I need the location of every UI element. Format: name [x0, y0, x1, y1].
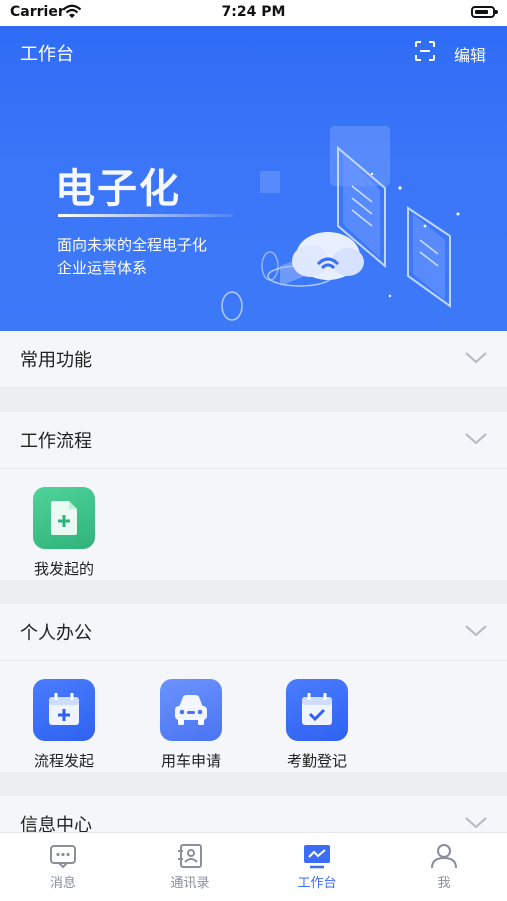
document-plus-icon — [33, 487, 95, 549]
car-icon — [160, 679, 222, 741]
section-divider — [0, 772, 507, 796]
page-title: 工作台 — [20, 44, 74, 65]
battery-icon — [471, 6, 498, 18]
tab-me[interactable]: 我 — [381, 833, 507, 901]
user-icon — [431, 844, 457, 869]
clock: 7:24 PM — [221, 4, 286, 20]
chevron-down-icon[interactable] — [464, 624, 488, 638]
tab-workbench[interactable]: 工作台 — [254, 833, 380, 901]
tab-label: 通讯录 — [170, 876, 210, 891]
tile-my-initiated[interactable]: 我发起的 — [14, 487, 114, 579]
edit-button[interactable]: 编辑 — [454, 42, 486, 66]
workbench-icon — [304, 845, 330, 869]
section-common-title: 常用功能 — [20, 350, 92, 371]
tile-car-request[interactable]: 用车申请 — [141, 679, 241, 771]
personal-panel: 流程发起 用车申请 考勤登记 — [0, 661, 507, 772]
chevron-down-icon[interactable] — [464, 432, 488, 446]
section-workflow[interactable]: 工作流程 — [0, 412, 507, 469]
banner-divider — [58, 214, 233, 217]
chevron-down-icon[interactable] — [464, 351, 488, 365]
calendar-plus-icon — [33, 679, 95, 741]
tile-label: 我发起的 — [33, 560, 94, 578]
scan-icon[interactable] — [415, 41, 435, 61]
calendar-check-icon — [286, 679, 348, 741]
tile-label: 考勤登记 — [286, 752, 347, 770]
tab-label: 消息 — [49, 876, 76, 891]
section-divider — [0, 388, 507, 412]
banner-subtitle-line1: 面向未来的全程电子化 — [57, 236, 208, 254]
banner-title: 电子化 — [55, 166, 181, 212]
section-workflow-title: 工作流程 — [20, 431, 92, 452]
message-icon — [50, 845, 76, 869]
section-personal-title: 个人办公 — [20, 623, 92, 644]
status-bar: Carrier 7:24 PM — [0, 0, 507, 26]
tab-label: 我 — [437, 876, 451, 891]
tile-label: 用车申请 — [160, 752, 221, 770]
tile-attendance[interactable]: 考勤登记 — [267, 679, 367, 771]
tab-label: 工作台 — [297, 876, 337, 891]
banner-subtitle: 面向未来的全程电子化 企业运营体系 — [57, 234, 207, 280]
workflow-panel: 我发起的 — [0, 469, 507, 580]
section-common[interactable]: 常用功能 — [0, 331, 507, 388]
tab-contacts[interactable]: 通讯录 — [127, 833, 253, 901]
tab-bar: 消息 通讯录 工作台 我 — [0, 832, 507, 901]
tab-messages[interactable]: 消息 — [0, 833, 126, 901]
contacts-icon — [178, 844, 202, 868]
section-divider — [0, 580, 507, 604]
banner-subtitle-line2: 企业运营体系 — [57, 259, 148, 277]
chevron-down-icon[interactable] — [464, 816, 488, 830]
cloud-illustration — [221, 126, 460, 321]
tile-process-start[interactable]: 流程发起 — [14, 679, 114, 771]
hero-banner: 工作台 编辑 电子化 面向未来的全程电子化 企业运营体系 — [0, 26, 507, 331]
tile-label: 流程发起 — [33, 752, 94, 770]
section-personal[interactable]: 个人办公 — [0, 604, 507, 661]
